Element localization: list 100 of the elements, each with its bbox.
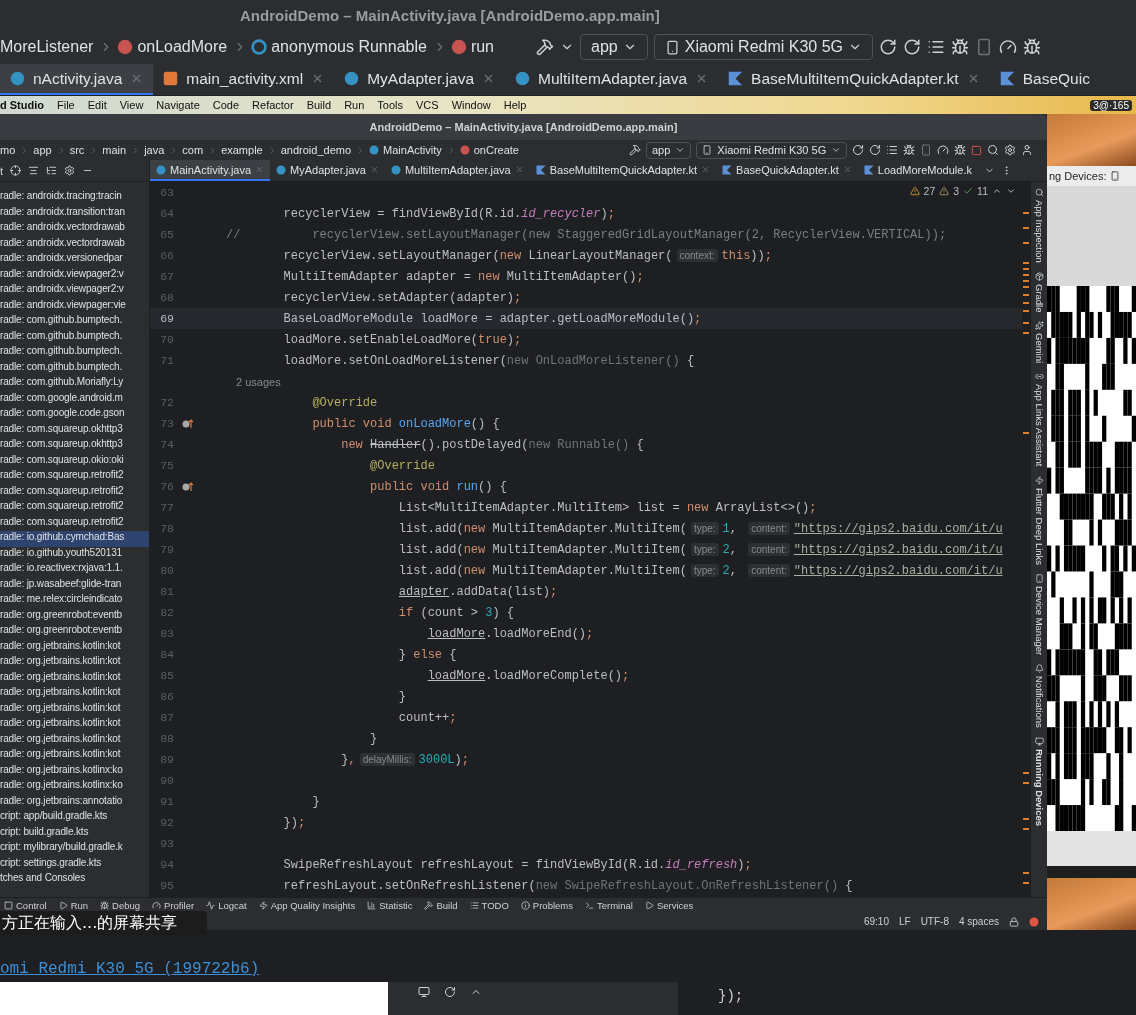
editor-tab[interactable]: MultiItemAdapter.java (384, 160, 530, 181)
tool-window-button[interactable]: Statistic (367, 900, 413, 911)
device-icon[interactable] (418, 986, 430, 998)
menu-item[interactable]: VCS (416, 99, 439, 111)
status-item[interactable]: UTF-8 (920, 916, 949, 927)
attach-debugger-icon[interactable] (1023, 38, 1041, 56)
device-link[interactable]: omi Redmi K30 5G (199722b6) (0, 960, 1136, 982)
status-item[interactable]: 69:10 (863, 916, 889, 927)
account-icon[interactable] (1021, 144, 1034, 156)
project-tree-item[interactable]: radle: org.jetbrains.kotlinx:ko (0, 779, 149, 795)
editor-tab[interactable]: MyAdapter.java (270, 160, 385, 181)
project-tree-item[interactable]: tches and Consoles (0, 872, 149, 888)
breadcrumb[interactable]: onCreate (473, 144, 519, 156)
device-dropdown[interactable]: Xiaomi Redmi K30 5G (653, 34, 873, 60)
project-tree-item[interactable]: radle: io.reactivex:rxjava:1.1. (0, 562, 149, 578)
menu-item[interactable]: Code (212, 99, 240, 111)
menu-item[interactable]: Refactor (252, 99, 294, 111)
override-icon[interactable] (182, 418, 194, 429)
settings-icon[interactable] (1004, 144, 1017, 156)
tool-window-button[interactable]: App Inspection (1033, 188, 1045, 263)
weak-warning-icon[interactable] (939, 186, 950, 196)
tool-window-button[interactable]: Debug (100, 900, 141, 911)
phone-icon[interactable] (1110, 171, 1121, 181)
tool-window-button[interactable]: Logcat (206, 900, 247, 911)
menu-item[interactable]: Run (344, 99, 365, 111)
search-icon[interactable] (987, 144, 1000, 156)
project-tree-item[interactable]: radle: io.github.cymchad:Bas (0, 531, 149, 547)
project-tree-item[interactable]: radle: com.squareup.okio:oki (0, 453, 149, 469)
error-indicator-icon[interactable] (1029, 916, 1039, 927)
menu-item[interactable]: Navigate (156, 99, 200, 111)
project-tree-item[interactable]: cript: mylibrary/build.gradle.k (0, 841, 149, 857)
breadcrumb[interactable]: app (33, 144, 52, 156)
tool-window-button[interactable]: Terminal (585, 900, 633, 911)
project-tree-item[interactable]: cript: build.gradle.kts (0, 825, 149, 841)
project-tree-item[interactable]: radle: androidx.vectordrawab (0, 236, 149, 252)
editor-tab[interactable]: MainActivity.java (150, 160, 271, 181)
menu-item[interactable]: View (119, 99, 144, 111)
build-icon[interactable] (629, 144, 641, 156)
project-tree-item[interactable]: radle: androidx.viewpager2:v (0, 283, 149, 299)
breadcrumb[interactable]: anonymous Runnable (271, 38, 427, 56)
project-tree-item[interactable]: radle: org.jetbrains.kotlin:kot (0, 670, 149, 686)
tool-window-button[interactable]: Run (58, 900, 89, 911)
collapse-all-icon[interactable] (46, 165, 58, 176)
project-tree-item[interactable]: radle: org.jetbrains.kotlin:kot (0, 732, 149, 748)
restart-icon[interactable] (852, 144, 865, 156)
project-tree-item[interactable]: radle: androidx.viewpager2:v (0, 267, 149, 283)
project-tree-item[interactable]: radle: com.github.bumptech. (0, 360, 149, 376)
run-configuration-dropdown[interactable]: app (646, 141, 692, 159)
tool-window-button[interactable]: Gradle (1033, 271, 1045, 313)
breadcrumb[interactable]: run (470, 38, 494, 56)
project-tree-item[interactable]: radle: com.squareup.okhttp3 (0, 438, 149, 454)
usages-hint[interactable]: 2 usages (150, 375, 281, 388)
run-configuration-dropdown[interactable]: app (580, 34, 648, 60)
build-icon[interactable] (536, 38, 554, 56)
status-item[interactable]: LF (898, 916, 911, 927)
project-tree-item[interactable]: radle: org.greenrobot:eventb (0, 624, 149, 640)
project-tree-item[interactable]: radle: io.github.youth520131 (0, 546, 149, 562)
tool-window-button[interactable]: Gemini (1033, 321, 1045, 364)
tool-window-button[interactable]: Running Devices (1033, 736, 1045, 826)
project-tree-item[interactable]: radle: androidx.transition:tran (0, 205, 149, 221)
project-tree-item[interactable]: radle: org.jetbrains.kotlinx:ko (0, 763, 149, 779)
project-tree-item[interactable]: radle: com.squareup.retrofit2 (0, 515, 149, 531)
project-tree-item[interactable]: radle: androidx.versionedpar (0, 252, 149, 268)
project-tree-item[interactable]: radle: org.jetbrains:annotatio (0, 794, 149, 810)
profiler-icon[interactable] (937, 144, 950, 156)
project-tree-item[interactable]: radle: com.squareup.okhttp3 (0, 422, 149, 438)
editor-tab[interactable]: BaseMultiItemQuickAdapter.kt (718, 64, 990, 95)
expand-all-icon[interactable] (28, 165, 40, 176)
warning-icon[interactable] (909, 186, 920, 196)
breadcrumb[interactable]: MoreListener (0, 38, 94, 56)
tool-window-button[interactable]: Device Manager (1033, 573, 1045, 656)
attach-debugger-icon[interactable] (954, 144, 967, 156)
project-tree-item[interactable]: radle: androidx.vectordrawab (0, 221, 149, 237)
lock-icon[interactable] (1009, 916, 1019, 927)
project-tree-item[interactable]: radle: com.squareup.retrofit2 (0, 469, 149, 485)
menu-item[interactable]: Help (503, 99, 527, 111)
project-tree-item[interactable]: radle: com.github.bumptech. (0, 314, 149, 330)
breadcrumb[interactable]: com (182, 144, 204, 156)
next-icon[interactable] (1006, 186, 1016, 196)
tool-window-button[interactable]: App Quality Insights (258, 900, 356, 911)
tool-window-button[interactable]: Build (424, 900, 458, 911)
editor-tab[interactable]: LoadMoreModule.k (857, 160, 978, 181)
typo-count[interactable]: 11 (977, 185, 988, 197)
check-icon[interactable] (963, 186, 974, 196)
project-tree-item[interactable]: radle: org.jetbrains.kotlin:kot (0, 717, 149, 733)
device-dropdown[interactable]: Xiaomi Redmi K30 5G (696, 141, 848, 159)
restart-icon[interactable] (879, 38, 897, 56)
locate-icon[interactable] (10, 165, 22, 176)
editor-tab[interactable]: BaseQuickAdapter.kt (716, 160, 858, 181)
tool-window-button[interactable]: Notifications (1033, 664, 1045, 728)
editor-tab[interactable]: BaseMultiItemQuickAdapter.kt (529, 160, 717, 181)
close-icon[interactable] (482, 72, 495, 85)
project-tree-item[interactable]: radle: com.github.bumptech. (0, 345, 149, 361)
breadcrumb[interactable]: example (221, 144, 263, 156)
menu-item[interactable]: Window (451, 99, 491, 111)
breadcrumb[interactable]: main (102, 144, 127, 156)
editor-tab[interactable]: main_activity.xml (153, 64, 335, 95)
apply-changes-icon[interactable] (869, 144, 882, 156)
tool-window-button[interactable]: Profiler (152, 900, 195, 911)
profiler-icon[interactable] (999, 38, 1017, 56)
